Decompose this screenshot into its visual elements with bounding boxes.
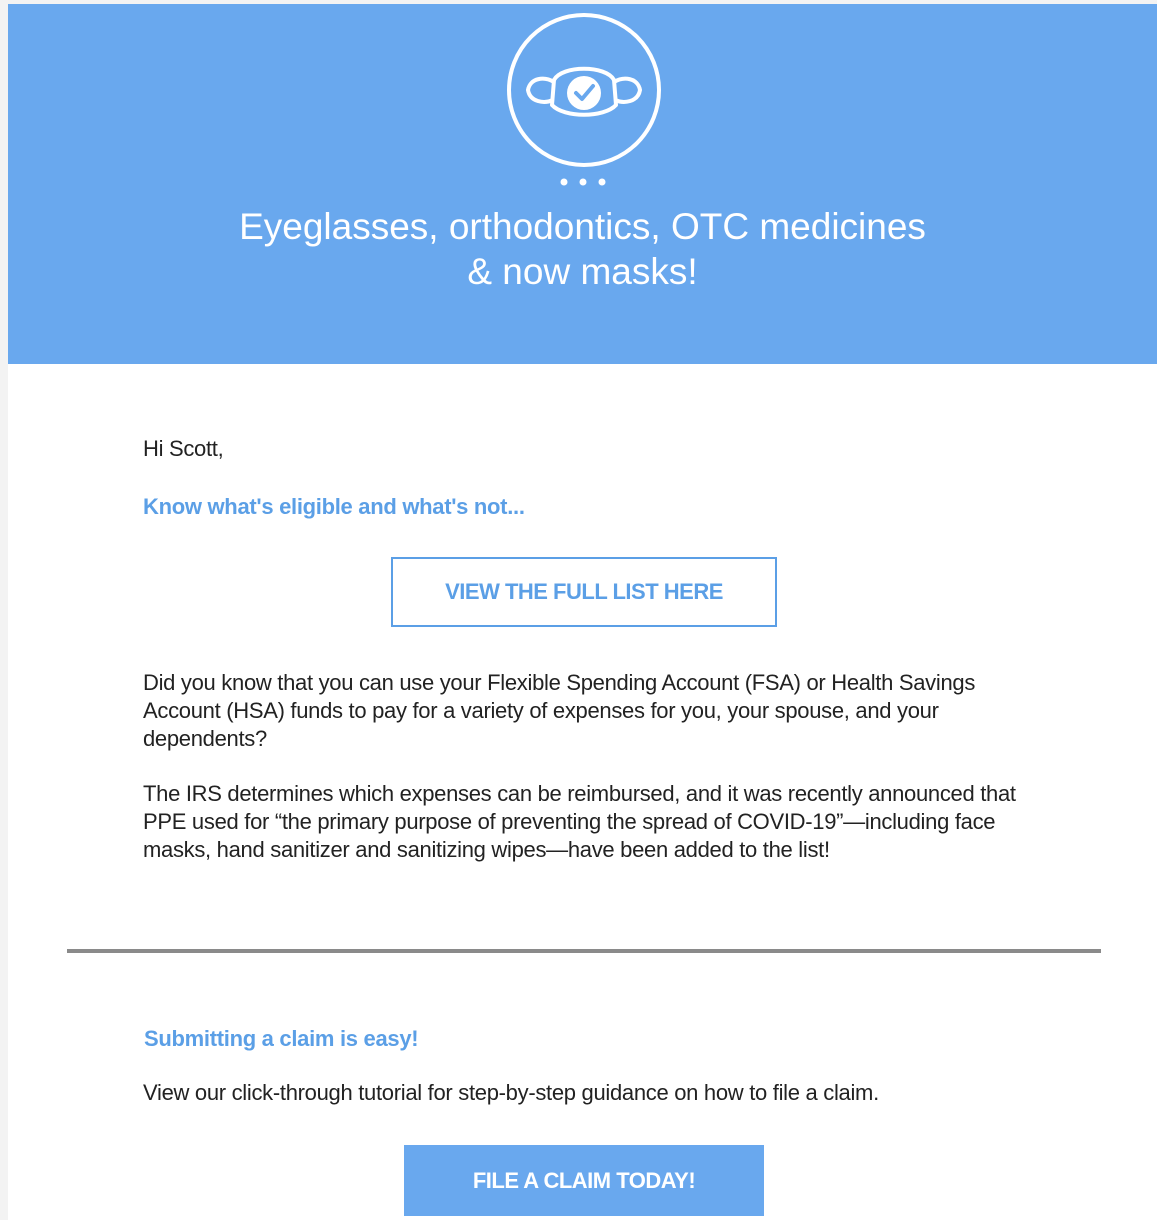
face-mask-check-icon (507, 13, 661, 167)
eligible-heading: Know what's eligible and what's not... (143, 494, 525, 519)
email-body: Eyeglasses, orthodontics, OTC medicines … (8, 4, 1157, 1220)
fsa-hsa-paragraph: Did you know that you can use your Flexi… (143, 670, 976, 751)
tutorial-paragraph: View our click-through tutorial for step… (143, 1080, 879, 1105)
section-divider (67, 949, 1101, 953)
hero-title-line-1: Eyeglasses, orthodontics, OTC medicines (239, 206, 926, 247)
file-claim-button[interactable]: FILE A CLAIM TODAY! (404, 1145, 764, 1216)
greeting: Hi Scott, (143, 436, 224, 461)
claim-heading: Submitting a claim is easy! (144, 1026, 419, 1051)
ellipsis-dots-icon (560, 178, 606, 186)
irs-ppe-paragraph: The IRS determines which expenses can be… (143, 781, 1016, 862)
view-full-list-button[interactable]: VIEW THE FULL LIST HERE (391, 557, 777, 627)
hero-banner: Eyeglasses, orthodontics, OTC medicines … (8, 4, 1157, 364)
hero-title-line-2: & now masks! (467, 251, 698, 292)
hero-title: Eyeglasses, orthodontics, OTC medicines … (8, 204, 1157, 294)
